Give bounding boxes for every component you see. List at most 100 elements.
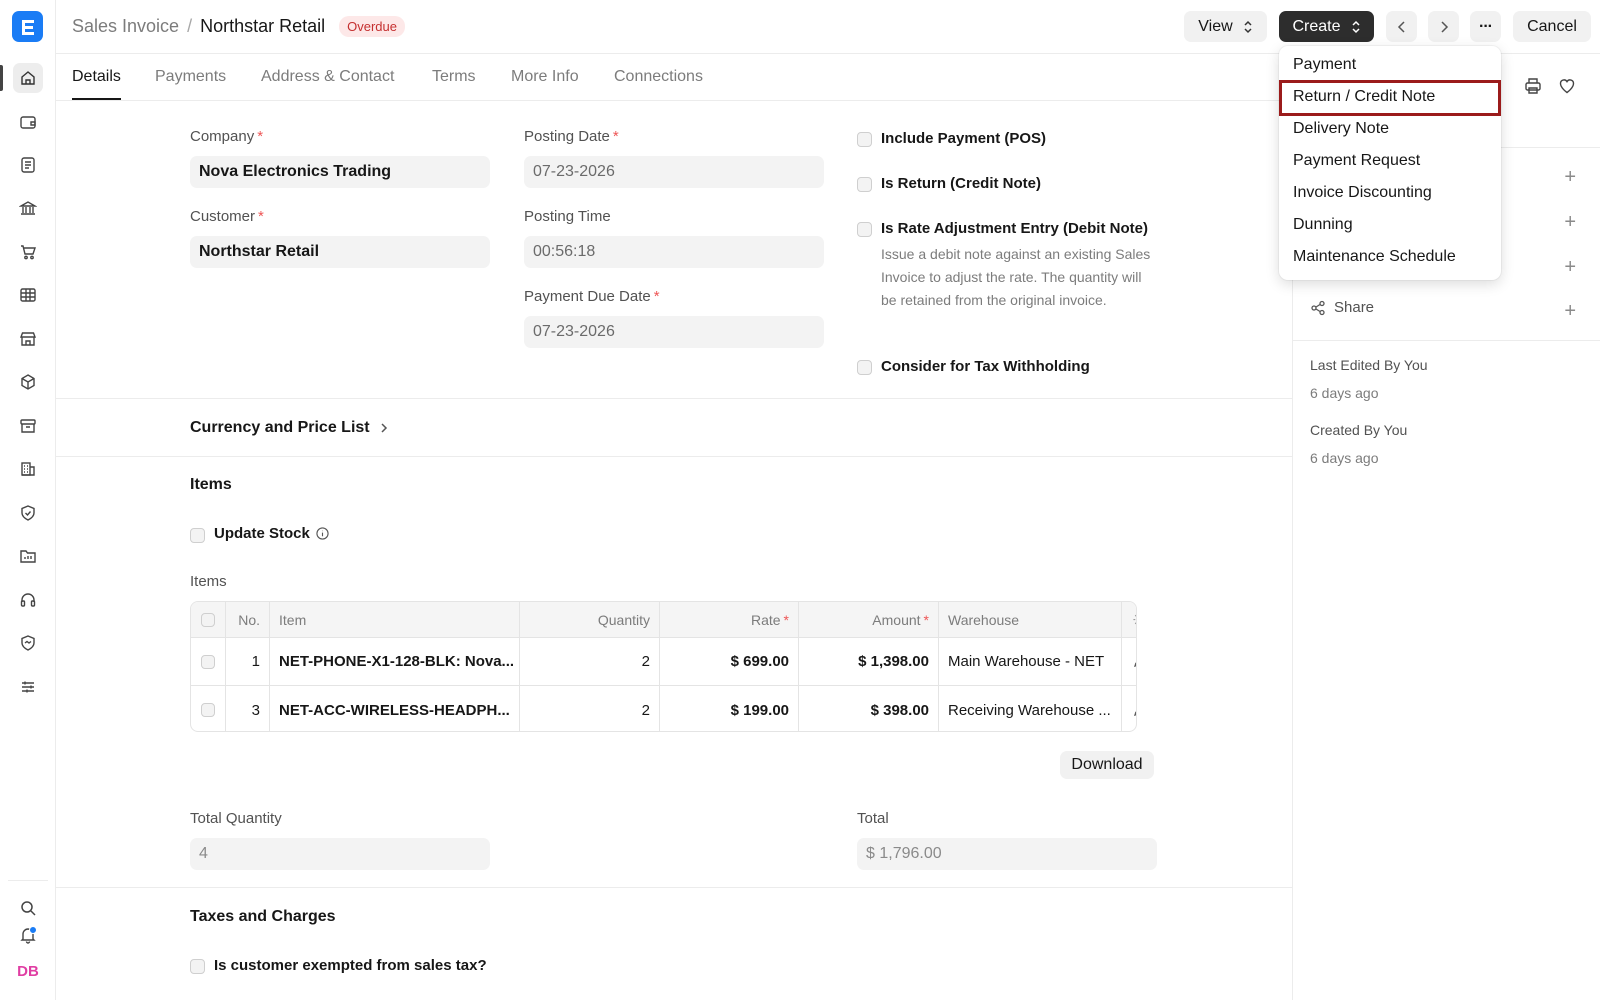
chevron-updown-icon — [1243, 20, 1253, 34]
posting-time-field[interactable]: 00:56:18 — [524, 236, 824, 268]
add-attachment-icon[interactable]: + — [1564, 211, 1576, 234]
tab-details[interactable]: Details — [72, 68, 121, 100]
edit-row-button[interactable] — [1122, 686, 1136, 731]
previous-button[interactable] — [1386, 11, 1417, 42]
menu-item-invoice-discounting[interactable]: Invoice Discounting — [1279, 178, 1501, 210]
cart-icon[interactable] — [13, 237, 43, 267]
cell-no: 1 — [226, 638, 270, 685]
menu-item-return-credit-note[interactable]: Return / Credit Note — [1279, 80, 1501, 116]
cell-quantity[interactable]: 2 — [520, 686, 660, 731]
tab-more-info[interactable]: More Info — [511, 68, 579, 98]
package-icon[interactable] — [13, 367, 43, 397]
next-button[interactable] — [1428, 11, 1459, 42]
tax-withholding-checkbox[interactable] — [857, 360, 872, 375]
menu-item-dunning[interactable]: Dunning — [1279, 210, 1501, 242]
shield-icon[interactable] — [13, 498, 43, 528]
breadcrumb-parent[interactable]: Sales Invoice — [72, 16, 179, 37]
customer-field[interactable]: Northstar Retail — [190, 236, 490, 268]
building-icon[interactable] — [13, 454, 43, 484]
tax-exempt-checkbox[interactable] — [190, 959, 205, 974]
rate-adjustment-checkbox[interactable] — [857, 222, 872, 237]
column-amount: Amount * — [799, 602, 939, 637]
table-row[interactable]: 3 NET-ACC-WIRELESS-HEADPH... 2 $ 199.00 … — [191, 686, 1136, 731]
menu-item-maintenance-schedule[interactable]: Maintenance Schedule — [1279, 242, 1501, 274]
add-assignment-icon[interactable]: + — [1564, 166, 1576, 189]
app-logo-icon[interactable] — [12, 11, 43, 42]
share-row[interactable]: Share — [1310, 299, 1374, 316]
due-date-label-text: Payment Due Date — [524, 288, 651, 305]
table-header: No. Item Quantity Rate * Amount * Warehous… — [191, 602, 1136, 638]
row-select-cell — [191, 686, 226, 731]
cell-item[interactable]: NET-PHONE-X1-128-BLK: Nova... — [270, 638, 520, 685]
required-mark: * — [783, 611, 789, 628]
view-button[interactable]: View — [1184, 11, 1267, 42]
cell-warehouse[interactable]: Receiving Warehouse ... — [939, 686, 1122, 731]
tab-bar: Details Payments Address & Contact Terms… — [56, 54, 1292, 101]
currency-section-toggle[interactable]: Currency and Price List — [190, 419, 388, 437]
is-return-checkbox[interactable] — [857, 177, 872, 192]
posting-date-field[interactable]: 07-23-2026 — [524, 156, 824, 188]
share-icon — [1311, 300, 1325, 315]
sliders-icon[interactable] — [13, 672, 43, 702]
download-button[interactable]: Download — [1060, 751, 1154, 779]
bank-icon[interactable] — [13, 193, 43, 223]
column-rate: Rate * — [660, 602, 799, 637]
cell-rate[interactable]: $ 199.00 — [660, 686, 799, 731]
cell-warehouse[interactable]: Main Warehouse - NET — [939, 638, 1122, 685]
company-field[interactable]: Nova Electronics Trading — [190, 156, 490, 188]
posting-time-label: Posting Time — [524, 208, 611, 225]
tab-address-contact[interactable]: Address & Contact — [261, 68, 394, 98]
store-icon[interactable] — [13, 324, 43, 354]
pencil-icon — [1133, 710, 1136, 716]
due-date-label: Payment Due Date * — [524, 288, 660, 305]
headset-icon[interactable] — [13, 585, 43, 615]
archive-icon[interactable] — [13, 411, 43, 441]
table-grid-icon[interactable] — [13, 280, 43, 310]
tab-connections[interactable]: Connections — [614, 68, 703, 98]
cell-amount: $ 1,398.00 — [799, 638, 939, 685]
company-label: Company * — [190, 128, 263, 145]
handshake-icon[interactable] — [13, 628, 43, 658]
heart-icon[interactable] — [1558, 77, 1576, 98]
table-row[interactable]: 1 NET-PHONE-X1-128-BLK: Nova... 2 $ 699.… — [191, 638, 1136, 686]
row-checkbox[interactable] — [201, 654, 215, 669]
last-edited-time: 6 days ago — [1310, 385, 1379, 401]
home-icon[interactable] — [13, 63, 43, 93]
document-icon[interactable] — [13, 150, 43, 180]
cell-rate[interactable]: $ 699.00 — [660, 638, 799, 685]
form-body: Company * Nova Electronics Trading Custom… — [56, 101, 1292, 1000]
chevron-right-icon — [381, 423, 387, 433]
bell-icon[interactable] — [13, 920, 43, 950]
due-date-field[interactable]: 07-23-2026 — [524, 316, 824, 348]
user-avatar[interactable]: DB — [12, 958, 44, 984]
total-label: Total — [857, 810, 889, 827]
cell-item[interactable]: NET-ACC-WIRELESS-HEADPH... — [270, 686, 520, 731]
select-all-cell — [191, 602, 226, 637]
edit-row-button[interactable] — [1122, 638, 1136, 685]
add-tag-icon[interactable]: + — [1564, 256, 1576, 279]
menu-item-payment[interactable]: Payment — [1279, 50, 1501, 82]
page-title: Northstar Retail — [200, 16, 326, 36]
include-payment-checkbox[interactable] — [857, 132, 872, 147]
last-edited-label: Last Edited By You — [1310, 357, 1428, 373]
menu-item-payment-request[interactable]: Payment Request — [1279, 146, 1501, 178]
print-icon[interactable] — [1524, 77, 1542, 98]
add-share-icon[interactable]: + — [1564, 300, 1576, 323]
folder-chart-icon[interactable] — [13, 541, 43, 571]
update-stock-checkbox[interactable] — [190, 528, 205, 543]
cell-quantity[interactable]: 2 — [520, 638, 660, 685]
create-button[interactable]: Create — [1279, 11, 1374, 42]
total-quantity-field: 4 — [190, 838, 490, 870]
cancel-button[interactable]: Cancel — [1513, 11, 1591, 42]
row-checkbox[interactable] — [201, 703, 215, 717]
more-options-button[interactable]: ··· — [1470, 11, 1501, 42]
wallet-icon[interactable] — [13, 107, 43, 137]
column-settings[interactable] — [1122, 602, 1136, 637]
select-all-checkbox[interactable] — [201, 612, 215, 627]
tab-terms[interactable]: Terms — [432, 68, 476, 98]
chevron-right-icon — [1440, 20, 1448, 33]
menu-item-delivery-note[interactable]: Delivery Note — [1279, 114, 1501, 146]
search-icon[interactable] — [13, 893, 43, 923]
tab-payments[interactable]: Payments — [155, 68, 226, 98]
column-warehouse: Warehouse — [939, 602, 1122, 637]
